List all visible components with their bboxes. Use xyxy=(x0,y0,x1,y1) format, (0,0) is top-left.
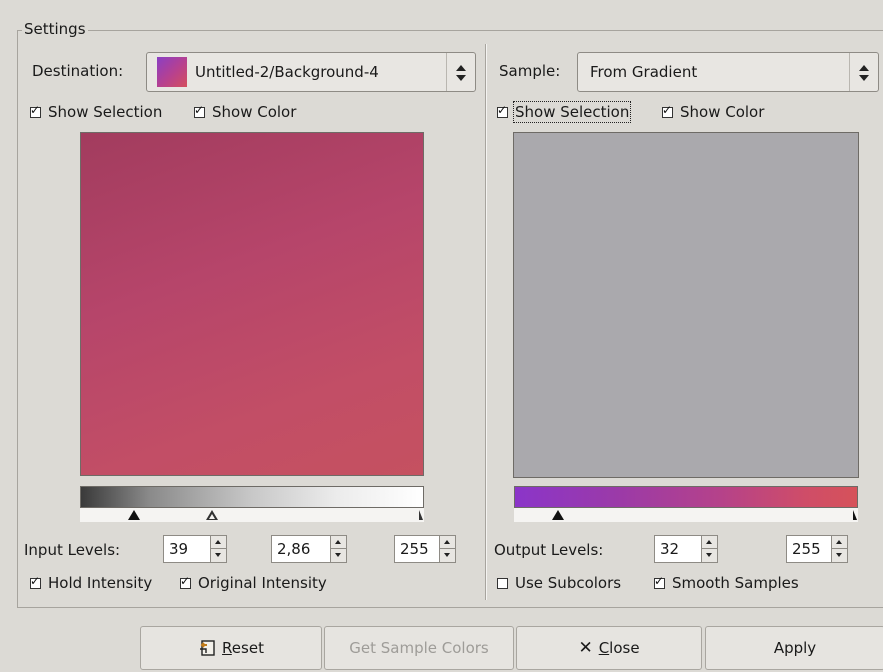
output-high-spin[interactable]: 255 xyxy=(786,535,848,563)
settings-frame-title: Settings xyxy=(22,20,88,38)
right-show-selection-label: Show Selection xyxy=(512,101,632,123)
checkbox-icon xyxy=(30,574,41,589)
left-show-selection-checkbox[interactable]: Show Selection xyxy=(30,103,162,121)
smooth-samples-checkbox[interactable]: Smooth Samples xyxy=(654,574,799,592)
destination-preview xyxy=(80,132,424,476)
checkbox-icon xyxy=(662,103,673,118)
apply-button[interactable]: Apply xyxy=(705,626,883,670)
panel-divider-highlight xyxy=(486,44,487,600)
spin-arrows-icon[interactable] xyxy=(701,536,717,562)
reset-label: Reset xyxy=(222,639,264,657)
input-gamma-spin[interactable]: 2,86 xyxy=(271,535,347,563)
checkbox-icon xyxy=(497,103,508,118)
original-intensity-label: Original Intensity xyxy=(198,574,327,592)
close-icon: ✕ xyxy=(578,638,593,658)
input-high-spin[interactable]: 255 xyxy=(394,535,456,563)
destination-label: Destination: xyxy=(32,62,124,80)
original-intensity-checkbox[interactable]: Original Intensity xyxy=(180,574,327,592)
sample-preview xyxy=(513,132,859,478)
close-button[interactable]: ✕ Close xyxy=(516,626,702,670)
combo-arrows-icon xyxy=(849,53,878,91)
smooth-samples-label: Smooth Samples xyxy=(672,574,799,592)
use-subcolors-label: Use Subcolors xyxy=(515,574,622,592)
destination-swatch xyxy=(157,57,187,87)
output-high-value: 255 xyxy=(792,540,821,558)
right-show-color-label: Show Color xyxy=(680,103,765,121)
left-show-color-checkbox[interactable]: Show Color xyxy=(194,103,296,121)
spin-arrows-icon[interactable] xyxy=(330,536,346,562)
input-low-spin[interactable]: 39 xyxy=(163,535,227,563)
spin-arrows-icon[interactable] xyxy=(439,536,455,562)
left-show-color-label: Show Color xyxy=(212,103,297,121)
input-gamma-value: 2,86 xyxy=(277,540,311,558)
output-low-value: 32 xyxy=(660,540,680,558)
input-high-value: 255 xyxy=(400,540,429,558)
checkbox-icon xyxy=(497,577,508,589)
left-show-selection-label: Show Selection xyxy=(48,103,163,121)
output-gradient-ramp xyxy=(514,486,858,508)
combo-arrows-icon xyxy=(446,53,475,91)
checkbox-icon xyxy=(30,103,41,118)
checkbox-icon xyxy=(194,103,205,118)
right-show-selection-checkbox[interactable]: Show Selection xyxy=(497,101,632,123)
right-show-color-checkbox[interactable]: Show Color xyxy=(662,103,764,121)
output-high-handle[interactable] xyxy=(853,510,857,520)
input-gamma-handle[interactable] xyxy=(206,510,218,520)
hold-intensity-label: Hold Intensity xyxy=(48,574,153,592)
destination-value: Untitled-2/Background-4 xyxy=(195,63,379,81)
sample-combo[interactable]: From Gradient xyxy=(577,52,879,92)
use-subcolors-checkbox[interactable]: Use Subcolors xyxy=(497,574,621,592)
sample-value: From Gradient xyxy=(590,63,698,81)
get-sample-colors-button[interactable]: Get Sample Colors xyxy=(324,626,514,670)
input-low-handle[interactable] xyxy=(128,510,140,520)
output-levels-slider[interactable] xyxy=(514,508,858,522)
output-levels-label: Output Levels: xyxy=(494,541,604,559)
spin-arrows-icon[interactable] xyxy=(831,536,847,562)
input-levels-label: Input Levels: xyxy=(24,541,121,559)
input-low-value: 39 xyxy=(169,540,189,558)
get-sample-colors-label: Get Sample Colors xyxy=(349,639,489,657)
reset-button[interactable]: Reset xyxy=(140,626,322,670)
input-high-handle[interactable] xyxy=(419,510,423,520)
reset-icon xyxy=(200,640,215,656)
checkbox-icon xyxy=(180,574,191,589)
input-levels-ramp xyxy=(80,486,424,508)
close-label: Close xyxy=(598,639,640,657)
spin-arrows-icon[interactable] xyxy=(210,536,226,562)
sample-label: Sample: xyxy=(499,62,561,80)
destination-combo[interactable]: Untitled-2/Background-4 xyxy=(146,52,476,92)
output-low-handle[interactable] xyxy=(552,510,564,520)
checkbox-icon xyxy=(654,574,665,589)
output-low-spin[interactable]: 32 xyxy=(654,535,718,563)
apply-label: Apply xyxy=(773,639,817,657)
hold-intensity-checkbox[interactable]: Hold Intensity xyxy=(30,574,152,592)
